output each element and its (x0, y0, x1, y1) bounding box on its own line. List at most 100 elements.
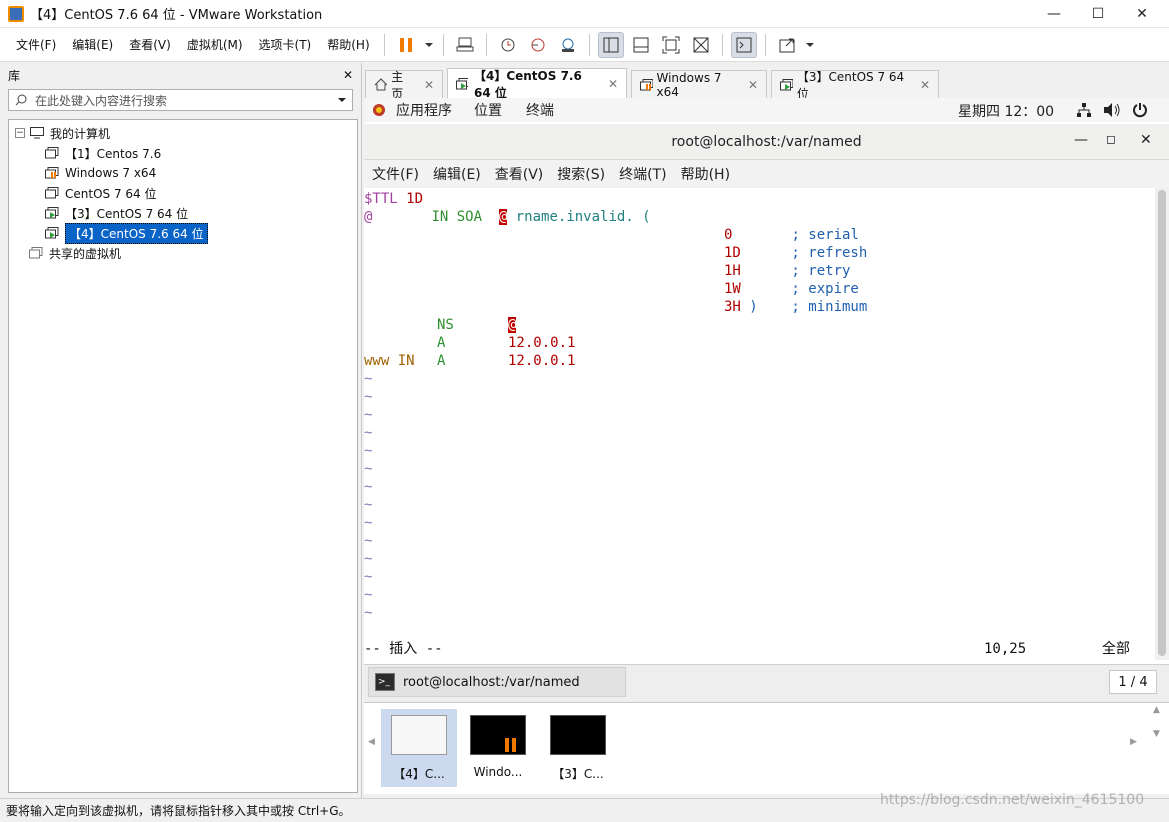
menu-vm[interactable]: 虚拟机(M) (179, 36, 251, 53)
console-view-icon[interactable] (730, 31, 757, 58)
paused-icon (505, 738, 516, 752)
vm-icon (45, 147, 59, 159)
close-button[interactable]: ✕ (1119, 0, 1165, 28)
vm-tabs: 主页 ✕ 【4】CentOS 7.6 64 位 ✕ Windows 7 x64 ✕ 【… (365, 68, 1169, 101)
vim-empty-line: ~ (364, 479, 373, 495)
vim-empty-line: ~ (364, 371, 373, 387)
collapse-icon[interactable]: − (15, 128, 25, 138)
close-icon[interactable]: ✕ (748, 78, 758, 92)
send-ctrl-alt-del-icon[interactable] (452, 32, 478, 58)
vim-empty-line: ~ (364, 605, 373, 621)
terminal-menu-view[interactable]: 查看(V) (495, 164, 544, 184)
menu-help[interactable]: 帮助(H) (319, 36, 377, 53)
terminal-menu-search[interactable]: 搜索(S) (557, 164, 605, 184)
vim-line-9: A (437, 335, 446, 351)
menu-tabs[interactable]: 选项卡(T) (251, 36, 320, 53)
network-icon[interactable] (1076, 102, 1092, 118)
tree-item-vm[interactable]: 【1】Centos 7.6 (9, 143, 357, 163)
vim-line-1: $TTL 1D (364, 191, 424, 207)
gnome-menu-places[interactable]: 位置 (474, 100, 502, 120)
taskbar-terminal-window[interactable]: >_ root@localhost:/var/named (368, 667, 626, 697)
tree-item-vm[interactable]: CentOS 7 64 位 (9, 183, 357, 203)
window-title: 【4】CentOS 7.6 64 位 - VMware Workstation (30, 8, 323, 23)
scroll-left-icon[interactable]: ◀ (368, 737, 375, 747)
chevron-down-icon[interactable] (338, 97, 346, 103)
terminal-menu-terminal[interactable]: 终端(T) (619, 164, 666, 184)
terminal-scrollbar[interactable] (1155, 188, 1169, 660)
gnome-top-bar: 应用程序 位置 终端 星期四 12：00 (364, 98, 1169, 122)
vim-empty-line: ~ (364, 425, 373, 441)
library-close-icon[interactable]: ✕ (343, 68, 353, 82)
thumbnail-windows7[interactable]: Windo... (460, 709, 536, 787)
power-icon[interactable] (1132, 102, 1148, 118)
tab-home[interactable]: 主页 ✕ (365, 70, 443, 101)
thumbnail-centos7-3[interactable]: 【3】C... (540, 709, 616, 787)
tab-windows7[interactable]: Windows 7 x64 ✕ (631, 70, 767, 99)
guest-screen[interactable]: 应用程序 位置 终端 星期四 12：00 root@localhost:/var… (364, 98, 1169, 702)
vm-running-icon (45, 227, 59, 239)
vim-empty-line: ~ (364, 443, 373, 459)
library-panel: 库 ✕ 在此处键入内容进行搜索 − 我的计算机 【1】Centos 7.6 Wi… (0, 63, 362, 798)
full-screen-icon[interactable] (658, 32, 684, 58)
close-icon[interactable]: ✕ (608, 77, 618, 91)
vm-icon (45, 187, 59, 199)
revert-snapshot-icon[interactable] (525, 32, 551, 58)
show-library-icon[interactable] (597, 31, 624, 58)
chevron-down-icon[interactable] (423, 32, 435, 58)
snapshot-manager-icon[interactable] (555, 32, 581, 58)
terminal-minimize-button[interactable]: — (1074, 132, 1088, 148)
gnome-bottom-bar: >_ root@localhost:/var/named 1 / 4 (364, 664, 1169, 702)
tree-root-my-computer[interactable]: − 我的计算机 (9, 123, 357, 143)
library-search-input[interactable]: 在此处键入内容进行搜索 (8, 89, 353, 111)
minimize-button[interactable]: — (1031, 0, 1077, 28)
search-icon (15, 94, 27, 106)
terminal-close-button[interactable]: ✕ (1140, 132, 1152, 148)
status-message: 要将输入定向到该虚拟机，请将鼠标指针移入其中或按 Ctrl+G。 (6, 804, 351, 818)
scrollbar-thumb[interactable] (1158, 190, 1166, 656)
volume-icon[interactable] (1103, 102, 1121, 118)
close-icon[interactable]: ✕ (920, 78, 930, 92)
tab-centos76-4[interactable]: 【4】CentOS 7.6 64 位 ✕ (447, 68, 627, 100)
snapshot-icon[interactable] (495, 32, 521, 58)
vm-screen-thumbnail (550, 715, 606, 755)
menu-file[interactable]: 文件(F) (8, 36, 64, 53)
unity-icon[interactable] (688, 32, 714, 58)
vim-empty-line: ~ (364, 533, 373, 549)
vim-line-6: 1W ; expire (724, 281, 859, 297)
gnome-clock[interactable]: 星期四 12：00 (958, 101, 1054, 121)
thumbnail-bar: ◀ 【4】C... Windo... 【3】C... ▶ ▲ ▼ (364, 702, 1169, 794)
gnome-menu-applications[interactable]: 应用程序 (396, 100, 452, 120)
search-placeholder: 在此处键入内容进行搜索 (35, 93, 168, 108)
workspace-pager[interactable]: 1 / 4 (1109, 670, 1157, 694)
scroll-down-icon[interactable]: ▼ (1153, 729, 1160, 739)
pause-icon[interactable] (393, 32, 419, 58)
tree-item-vm[interactable]: Windows 7 x64 (9, 163, 357, 183)
close-icon[interactable]: ✕ (424, 78, 434, 92)
title-bar: 【4】CentOS 7.6 64 位 - VMware Workstation … (0, 0, 1169, 28)
stretch-guest-icon[interactable] (774, 32, 800, 58)
show-thumbnail-bar-icon[interactable] (628, 32, 654, 58)
scroll-right-icon[interactable]: ▶ (1130, 737, 1137, 747)
terminal-menu-edit[interactable]: 编辑(E) (433, 164, 481, 184)
gnome-menu-terminal[interactable]: 终端 (526, 100, 554, 120)
tab-centos7-3[interactable]: 【3】CentOS 7 64 位 ✕ (771, 70, 939, 101)
menu-view[interactable]: 查看(V) (121, 36, 179, 53)
tree-item-vm[interactable]: 【3】CentOS 7 64 位 (9, 203, 357, 223)
terminal-menu-file[interactable]: 文件(F) (372, 164, 419, 184)
tree-item-vm-selected[interactable]: 【4】CentOS 7.6 64 位 (9, 222, 357, 244)
terminal-title: root@localhost:/var/named (671, 133, 862, 150)
maximize-button[interactable]: ☐ (1075, 0, 1121, 28)
terminal-maximize-button[interactable]: ◻ (1106, 132, 1116, 146)
terminal-menu-help[interactable]: 帮助(H) (681, 164, 730, 184)
scroll-up-icon[interactable]: ▲ (1153, 705, 1160, 715)
tree-shared-vms[interactable]: 共享的虚拟机 (9, 243, 357, 263)
thumbnail-vm-4[interactable]: 【4】C... (381, 709, 457, 787)
vim-line-5: 1H ; retry (724, 263, 851, 279)
chevron-down-icon[interactable] (804, 32, 816, 58)
menu-edit[interactable]: 编辑(E) (64, 36, 121, 53)
vm-screen-thumbnail (391, 715, 447, 755)
terminal-body[interactable]: $TTL 1D @ IN SOA @ rname.invalid. ( 0 ; … (364, 188, 1155, 660)
vim-empty-line: ~ (364, 407, 373, 423)
gnome-apps-icon[interactable] (372, 103, 386, 117)
vim-line-2: @ IN SOA @ rname.invalid. ( (364, 209, 651, 225)
